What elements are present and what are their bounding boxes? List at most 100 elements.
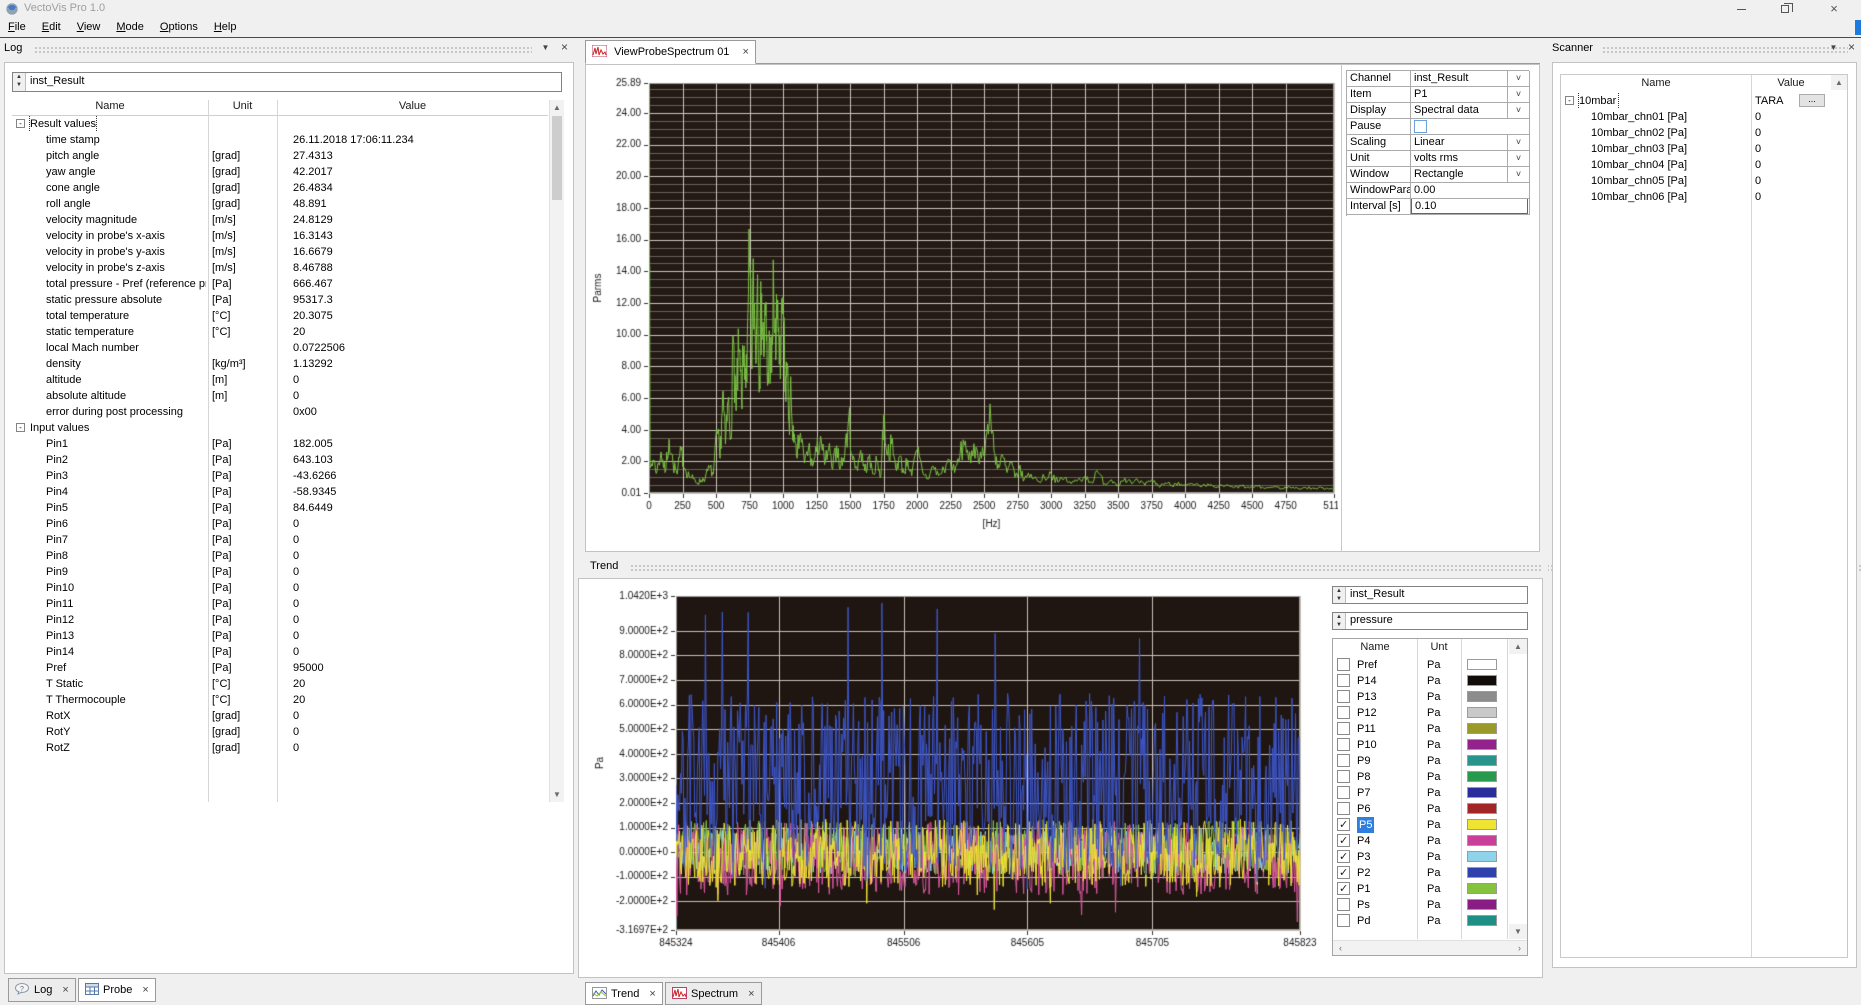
interval-input[interactable]: 0.10 [1411,199,1528,214]
legend-checkbox[interactable] [1337,914,1350,927]
column-header-name[interactable]: Name [1561,77,1751,89]
scanner-channel-row[interactable]: 10mbar_chn04 [Pa]0 [1561,157,1831,173]
table-row[interactable]: Pin10[Pa]0 [12,580,548,596]
legend-color-swatch[interactable] [1467,915,1497,926]
legend-checkbox[interactable]: ✓ [1337,834,1350,847]
legend-h-scrollbar[interactable]: ‹› [1333,940,1527,955]
legend-color-swatch[interactable] [1467,899,1497,910]
table-row[interactable]: time stamp26.11.2018 17:06:11.234 [12,132,548,148]
table-row[interactable]: roll angle[grad]48.891 [12,196,548,212]
scroll-up-icon[interactable]: ▲ [1509,639,1527,654]
scrollbar-thumb[interactable] [552,116,562,200]
log-channel-combo[interactable]: ▲ ▼ inst_Result [12,72,562,92]
table-row[interactable]: RotY[grad]0 [12,724,548,740]
combo-spinner[interactable]: ▲▼ [1333,587,1346,603]
legend-color-swatch[interactable] [1467,787,1497,798]
menu-item-help[interactable]: Help [206,18,245,37]
table-row[interactable]: Pin13[Pa]0 [12,628,548,644]
tab-close-icon[interactable]: × [748,983,754,1005]
table-row[interactable]: velocity in probe's z-axis[m/s]8.46788 [12,260,548,276]
table-row[interactable]: Pin1[Pa]182.005 [12,436,548,452]
tab-close-icon[interactable]: × [649,983,655,1005]
settings-value-dropdown[interactable]: P1 [1411,87,1508,103]
table-row[interactable]: Pin6[Pa]0 [12,516,548,532]
table-row[interactable]: cone angle[grad]26.4834 [12,180,548,196]
table-row[interactable]: static pressure absolute[Pa]95317.3 [12,292,548,308]
scroll-right-icon[interactable]: › [1512,941,1527,955]
menu-item-mode[interactable]: Mode [108,18,152,37]
table-row[interactable]: Pin2[Pa]643.103 [12,452,548,468]
tab-viewprobespectrum[interactable]: ViewProbeSpectrum 01 × [585,40,756,64]
menu-item-file[interactable]: File [0,18,34,37]
menu-item-options[interactable]: Options [152,18,206,37]
table-row[interactable]: velocity in probe's x-axis[m/s]16.3143 [12,228,548,244]
table-row[interactable]: total temperature[°C]20.3075 [12,308,548,324]
table-row[interactable]: Pin7[Pa]0 [12,532,548,548]
splitter-right[interactable] [1543,38,1548,982]
table-row[interactable]: Pin14[Pa]0 [12,644,548,660]
legend-color-swatch[interactable] [1467,659,1497,670]
legend-row-p14[interactable]: P14Pa [1333,673,1507,689]
scroll-up-icon[interactable]: ▲ [550,100,564,115]
legend-row-p13[interactable]: P13Pa [1333,689,1507,705]
table-row[interactable]: total pressure - Pref (reference pres[Pa… [12,276,548,292]
table-row[interactable]: T Thermocouple[°C]20 [12,692,548,708]
column-header-name[interactable]: Name [1333,641,1417,653]
table-row[interactable]: altitude[m]0 [12,372,548,388]
legend-checkbox[interactable]: ✓ [1337,818,1350,831]
table-row[interactable]: error during post processing0x00 [12,404,548,420]
collapse-icon[interactable]: - [16,423,25,432]
legend-color-swatch[interactable] [1467,819,1497,830]
collapse-icon[interactable]: - [16,119,25,128]
table-row[interactable]: Pin4[Pa]-58.9345 [12,484,548,500]
legend-row-p5[interactable]: ✓P5Pa [1333,817,1507,833]
table-row[interactable]: Pin3[Pa]-43.6266 [12,468,548,484]
settings-value-dropdown[interactable]: inst_Result [1411,71,1508,87]
legend-color-swatch[interactable] [1467,691,1497,702]
table-row[interactable]: Pin5[Pa]84.6449 [12,500,548,516]
legend-row-p6[interactable]: P6Pa [1333,801,1507,817]
column-header-unit[interactable]: Unt [1417,641,1461,653]
settings-value-dropdown[interactable]: Rectangle [1411,167,1508,183]
legend-row-p10[interactable]: P10Pa [1333,737,1507,753]
tab-close-icon[interactable]: × [62,979,68,1001]
legend-checkbox[interactable]: ✓ [1337,866,1350,879]
column-header-name[interactable]: Name [12,100,208,112]
table-row[interactable]: velocity magnitude[m/s]24.8129 [12,212,548,228]
table-row[interactable]: Pin12[Pa]0 [12,612,548,628]
maximize-button[interactable] [1763,0,1807,18]
menu-item-edit[interactable]: Edit [34,18,69,37]
legend-row-p7[interactable]: P7Pa [1333,785,1507,801]
legend-row-p9[interactable]: P9Pa [1333,753,1507,769]
legend-checkbox[interactable] [1337,738,1350,751]
scanner-panel-close-button[interactable]: × [1844,40,1859,55]
tab-spectrum[interactable]: Spectrum× [665,982,762,1005]
legend-checkbox[interactable]: ✓ [1337,850,1350,863]
table-row[interactable]: local Mach number0.0722506 [12,340,548,356]
legend-checkbox[interactable] [1337,706,1350,719]
close-window-button[interactable]: × [1807,0,1861,18]
legend-checkbox[interactable]: ✓ [1337,882,1350,895]
table-row[interactable]: Pin9[Pa]0 [12,564,548,580]
column-header-value[interactable]: Value [277,100,548,112]
legend-color-swatch[interactable] [1467,883,1497,894]
ellipsis-button[interactable]: ... [1799,94,1825,107]
tab-close-icon[interactable]: × [142,979,148,1001]
table-row[interactable]: pitch angle[grad]27.4313 [12,148,548,164]
legend-checkbox[interactable] [1337,770,1350,783]
legend-row-p2[interactable]: ✓P2Pa [1333,865,1507,881]
pause-checkbox[interactable] [1414,120,1427,133]
dropdown-button[interactable]: ˅ [1508,135,1530,151]
table-row[interactable]: RotX[grad]0 [12,708,548,724]
table-row[interactable]: absolute altitude[m]0 [12,388,548,404]
tree-root-row[interactable]: -10mbarTARA... [1561,93,1831,109]
table-row[interactable]: density[kg/m³]1.13292 [12,356,548,372]
dropdown-button[interactable]: ˅ [1508,103,1530,119]
dropdown-button[interactable]: ˅ [1508,167,1530,183]
dropdown-button[interactable]: ˅ [1508,87,1530,103]
legend-color-swatch[interactable] [1467,723,1497,734]
table-row[interactable]: RotZ[grad]0 [12,740,548,756]
legend-row-p4[interactable]: ✓P4Pa [1333,833,1507,849]
tab-close-icon[interactable]: × [743,41,749,63]
scanner-panel-menu-button[interactable]: ▼ [1826,40,1841,55]
